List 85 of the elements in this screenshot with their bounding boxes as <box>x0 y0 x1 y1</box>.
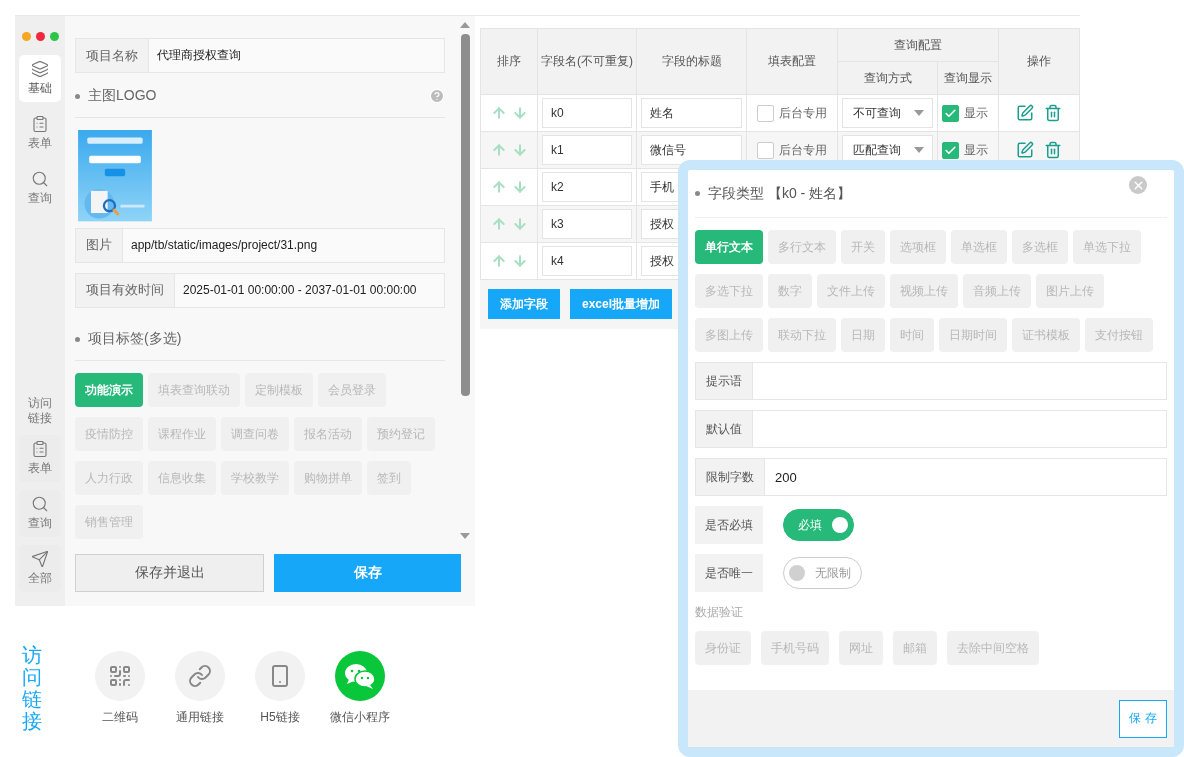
qr-code-icon <box>108 663 132 688</box>
text-field[interactable]: 图片 app/tb/static/images/project/31.png <box>75 227 445 263</box>
check-icon <box>944 106 957 120</box>
paper-plane-icon <box>31 550 49 568</box>
text-field[interactable]: 项目有效时间 2025-01-01 00:00:00 - 2037-01-01 00:00:00 <box>75 272 445 308</box>
section-title: 主图LOGO <box>88 87 157 106</box>
clipboard-icon <box>31 115 49 133</box>
search-icon <box>31 495 49 513</box>
checkbox-label: 后台专用 <box>779 104 827 122</box>
edit-icon[interactable] <box>1016 141 1034 159</box>
save-exit-button[interactable]: 保存并退出 <box>75 554 264 592</box>
field-name-input[interactable]: k0 <box>542 98 632 128</box>
section-title: 数据验证 <box>695 604 744 621</box>
column-header: 填表配置 <box>746 28 838 95</box>
field-type-chip[interactable]: 单行文本 <box>695 230 763 264</box>
column-header: 字段名(不可重复) <box>537 28 637 95</box>
column-header: 查询显示 <box>937 61 999 95</box>
trash-icon[interactable] <box>1044 141 1062 159</box>
checkbox-label: 后台专用 <box>779 141 827 159</box>
field-label: 项目名称 <box>76 39 149 73</box>
sidebar-item[interactable]: 基础 <box>19 55 61 102</box>
trash-icon[interactable] <box>1044 104 1062 122</box>
section-title: 访问链接 <box>22 644 42 732</box>
check-icon <box>944 143 957 157</box>
link-option-label: 通用链接 <box>176 708 224 726</box>
link-option-button[interactable] <box>255 650 305 701</box>
link-option-button[interactable] <box>335 650 385 701</box>
field-label: 默认值 <box>696 411 753 447</box>
toggle-switch[interactable]: 无限制 <box>783 557 862 589</box>
setting-label: 是否必填 <box>695 506 763 544</box>
checkbox[interactable] <box>942 104 959 122</box>
text-input[interactable]: 2025-01-01 00:00:00 - 2037-01-01 00:00:00 <box>175 273 444 307</box>
field-title-input[interactable]: 姓名 <box>641 98 742 128</box>
column-header: 排序 <box>480 28 538 95</box>
query-mode-select[interactable]: 不可查询 <box>842 98 933 128</box>
dialog-title: 字段类型 【k0 - 姓名】 <box>708 184 852 203</box>
field-label: 提示语 <box>696 363 753 399</box>
edit-icon[interactable] <box>1016 104 1034 122</box>
section-title: 项目标签(多选) <box>88 330 182 348</box>
add-field-button[interactable]: 添加字段 <box>488 289 560 319</box>
link-option-label: H5链接 <box>260 708 300 726</box>
field-label: 限制字数 <box>696 459 765 495</box>
column-header: 查询配置 <box>837 28 999 62</box>
column-header: 操作 <box>998 28 1080 95</box>
link-option-label: 微信小程序 <box>330 708 390 726</box>
help-icon[interactable] <box>429 88 445 105</box>
checkbox[interactable] <box>757 141 774 159</box>
save-button[interactable]: 保 存 <box>1119 699 1167 738</box>
field-label: 图片 <box>76 228 123 262</box>
sidebar-item[interactable]: 表单 <box>19 110 61 157</box>
text-input[interactable]: 200 <box>765 459 1166 495</box>
text-field[interactable]: 提示语 <box>695 362 1167 400</box>
tag-chip[interactable]: 功能演示 <box>75 373 143 407</box>
field-name-input[interactable]: k2 <box>542 172 632 202</box>
link-option-button[interactable] <box>175 650 225 701</box>
setting-label: 是否唯一 <box>695 554 763 592</box>
text-input[interactable]: 代理商授权查询 <box>149 39 444 73</box>
add-field-button[interactable]: excel批量增加 <box>570 289 673 319</box>
checkbox-label: 显示 <box>964 141 988 159</box>
checkbox-label: 显示 <box>964 104 988 122</box>
clipboard-icon <box>31 440 49 458</box>
field-name-input[interactable]: k1 <box>542 135 632 165</box>
text-input[interactable]: app/tb/static/images/project/31.png <box>123 228 444 262</box>
toggle-switch[interactable]: 必填 <box>783 509 854 541</box>
sidebar-item[interactable]: 查询 <box>19 165 61 212</box>
checkbox[interactable] <box>942 141 959 159</box>
text-field[interactable]: 默认值 <box>695 410 1167 448</box>
close-button[interactable] <box>1129 176 1147 194</box>
section-label: 访问链接 <box>27 395 53 427</box>
column-header: 查询方式 <box>837 61 938 95</box>
layers-icon <box>31 60 49 78</box>
field-name-input[interactable]: k3 <box>542 209 632 239</box>
text-field[interactable]: 限制字数 200 <box>695 458 1167 496</box>
link-option-button[interactable] <box>95 650 145 701</box>
save-button[interactable]: 保存 <box>274 554 461 592</box>
column-header: 字段的标题 <box>636 28 747 95</box>
link-option-label: 二维码 <box>102 708 138 726</box>
field-label: 项目有效时间 <box>76 273 175 307</box>
link-icon <box>188 663 212 688</box>
text-field[interactable]: 项目名称 代理商授权查询 <box>75 38 445 74</box>
chat-bubbles-icon <box>344 661 376 690</box>
search-icon <box>31 170 49 188</box>
field-name-input[interactable]: k4 <box>542 246 632 276</box>
checkbox[interactable] <box>757 104 774 122</box>
field-title-input[interactable]: 微信号 <box>641 135 742 165</box>
